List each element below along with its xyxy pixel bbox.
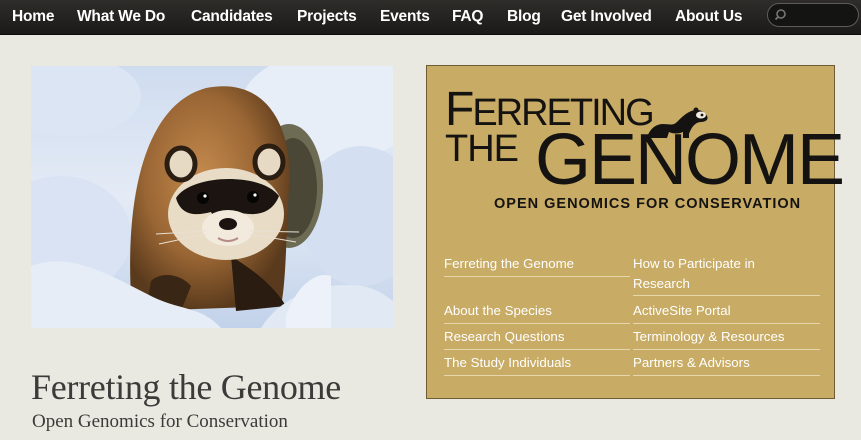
divider (633, 349, 820, 350)
divider (444, 323, 630, 324)
link-about-the-species[interactable]: About the Species (444, 301, 552, 321)
feature-box: FERRETING THE GENOME OPEN GENOMICS FOR C… (426, 65, 845, 399)
search-icon (775, 9, 786, 21)
ferreting-the-genome-logo: FERRETING THE GENOME OPEN GENOMICS FOR C… (439, 86, 845, 216)
divider (633, 295, 820, 296)
link-the-study-individuals[interactable]: The Study Individuals (444, 353, 571, 373)
link-ferreting-the-genome[interactable]: Ferreting the Genome (444, 254, 574, 274)
divider (444, 349, 630, 350)
link-terminology-resources[interactable]: Terminology & Resources (633, 327, 785, 347)
nav-blog[interactable]: Blog (507, 0, 541, 34)
nav-events[interactable]: Events (380, 0, 430, 34)
nav-about-us[interactable]: About Us (675, 0, 742, 34)
ferret-silhouette-icon (647, 107, 708, 138)
nav-faq[interactable]: FAQ (452, 0, 483, 34)
divider (444, 276, 630, 277)
ferret-photo (31, 66, 393, 328)
nav-what-we-do[interactable]: What We Do (77, 0, 165, 34)
divider (444, 375, 630, 376)
search-box[interactable] (767, 3, 859, 27)
nav-home[interactable]: Home (12, 0, 54, 34)
link-partners-advisors[interactable]: Partners & Advisors (633, 353, 750, 373)
top-nav-bar: Home What We Do Candidates Projects Even… (0, 0, 861, 35)
nav-get-involved[interactable]: Get Involved (561, 0, 652, 34)
nav-projects[interactable]: Projects (297, 0, 357, 34)
link-research-questions[interactable]: Research Questions (444, 327, 564, 347)
link-how-to-participate[interactable]: How to Participate in Research (633, 254, 783, 294)
divider (633, 375, 820, 376)
logo-tagline: OPEN GENOMICS FOR CONSERVATION (494, 196, 802, 212)
site-title[interactable]: Ferreting the Genome (31, 366, 341, 408)
site-tagline: Open Genomics for Conservation (32, 411, 288, 432)
link-activesite-portal[interactable]: ActiveSite Portal (633, 301, 731, 321)
search-input[interactable] (790, 7, 856, 25)
logo-line-the: THE (445, 128, 519, 170)
divider (633, 323, 820, 324)
nav-candidates[interactable]: Candidates (191, 0, 273, 34)
